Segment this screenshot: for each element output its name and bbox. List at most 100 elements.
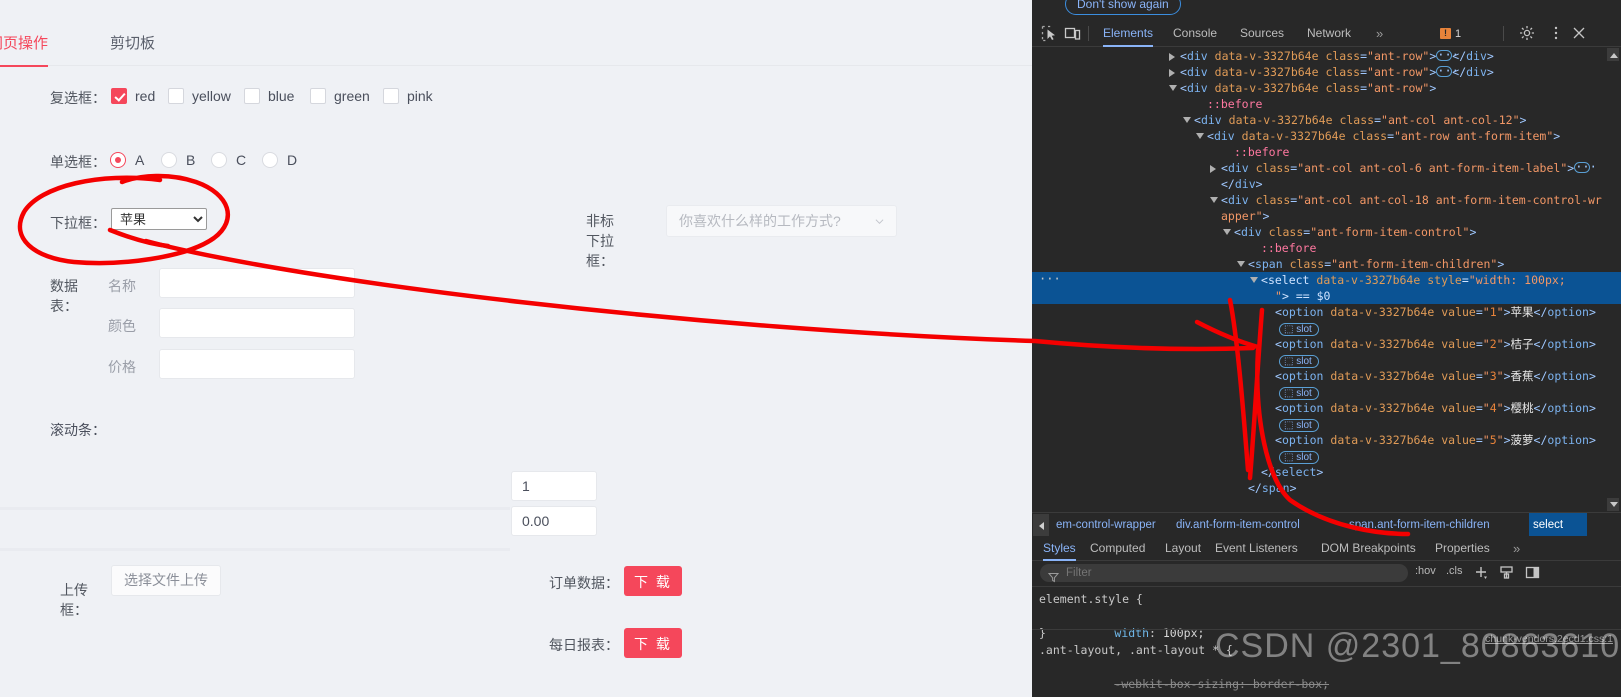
checkbox-yellow[interactable]: yellow (168, 86, 231, 106)
dom-node-row[interactable]: ··· <select data-v-3327b64e style="width:… (1032, 272, 1621, 288)
checkbox-red[interactable]: red (111, 86, 155, 106)
dom-node-row[interactable]: </span> (1032, 480, 1621, 496)
scroll-track-2[interactable] (0, 548, 510, 551)
toggle-sidebar-icon[interactable] (1525, 565, 1540, 584)
dom-node-row[interactable]: ::before (1032, 144, 1621, 160)
checkbox-pink[interactable]: pink (383, 86, 433, 106)
dom-node-row[interactable]: ::before (1032, 240, 1621, 256)
dom-node-row[interactable]: <div class="ant-form-item-control"> (1032, 224, 1621, 240)
radio-b[interactable]: B (161, 150, 195, 170)
field-input-color[interactable] (159, 308, 355, 338)
chevron-down-icon[interactable] (1237, 261, 1245, 267)
chevron-down-icon[interactable] (1169, 85, 1177, 91)
dom-scroll-down-button[interactable] (1607, 498, 1619, 511)
dom-node-row[interactable]: <option data-v-3327b64e value="4">樱桃</op… (1032, 400, 1621, 416)
checkbox-box-yellow[interactable] (168, 88, 184, 104)
new-style-rule-icon[interactable] (1474, 565, 1489, 584)
chevron-down-icon[interactable] (1183, 117, 1191, 123)
dom-node-row[interactable]: ⬚ slot (1032, 320, 1621, 336)
dom-node-row[interactable]: ::before (1032, 96, 1621, 112)
devtools-tab-console[interactable]: Console (1173, 20, 1217, 47)
devtools-tab-sources[interactable]: Sources (1240, 20, 1284, 47)
chevron-down-icon[interactable] (1250, 277, 1258, 283)
devtools-tab-elements[interactable]: Elements (1103, 20, 1154, 47)
number-input-quantity[interactable] (511, 471, 597, 501)
radio-box-c[interactable] (211, 152, 227, 168)
dom-node-row[interactable]: ⬚ slot (1032, 448, 1621, 464)
styles-tab-dom-breakpoints[interactable]: DOM Breakpoints (1321, 536, 1416, 561)
dom-node-row[interactable]: <option data-v-3327b64e value="2">桔子</op… (1032, 336, 1621, 352)
chevron-right-icon[interactable] (1169, 53, 1175, 61)
computed-styles-icon[interactable] (1499, 565, 1514, 584)
styles-tab-styles[interactable]: Styles (1043, 536, 1076, 561)
breadcrumb-item-select[interactable]: select (1529, 513, 1587, 537)
chevron-down-icon[interactable] (1210, 197, 1218, 203)
radio-c[interactable]: C (211, 150, 246, 170)
dom-node-row[interactable]: </div> (1032, 176, 1621, 192)
field-input-name[interactable] (159, 268, 355, 298)
breadcrumb-item-children[interactable]: span.ant-form-item-children (1345, 513, 1494, 537)
radio-box-d[interactable] (262, 152, 278, 168)
dom-node-row[interactable]: <div data-v-3327b64e class="ant-row"> (1032, 80, 1621, 96)
radio-a[interactable]: A (110, 150, 144, 170)
dom-node-row[interactable]: <span class="ant-form-item-children"> (1032, 256, 1621, 272)
checkbox-blue[interactable]: blue (244, 86, 294, 106)
checkbox-box-red[interactable] (111, 88, 127, 104)
tab-clipboard[interactable]: 剪切板 (110, 22, 155, 66)
styles-more-tabs-icon[interactable]: » (1513, 536, 1520, 561)
dom-node-badge[interactable]: ··· (1039, 271, 1061, 287)
download-order-data-button[interactable]: 下 载 (624, 566, 682, 596)
tab-web-operations[interactable]: 网页操作 (0, 22, 49, 67)
gear-icon[interactable] (1519, 25, 1535, 45)
chevron-right-icon[interactable] (1210, 165, 1216, 173)
dom-node-row[interactable]: <div class="ant-col ant-col-6 ant-form-i… (1032, 160, 1621, 176)
styles-tab-computed[interactable]: Computed (1090, 536, 1145, 561)
breadcrumb-scroll-left-icon[interactable] (1033, 514, 1049, 536)
chevron-down-icon[interactable] (1223, 229, 1231, 235)
dont-show-again-button[interactable]: Don't show again (1065, 0, 1181, 15)
styles-filter-input[interactable] (1040, 564, 1408, 582)
css-rules-pane[interactable]: element.style { width: 100px; } .ant-lay… (1032, 586, 1621, 697)
choose-file-button[interactable]: 选择文件上传 (111, 565, 221, 596)
checkbox-green[interactable]: green (310, 86, 370, 106)
dom-node-row[interactable]: apper"> (1032, 208, 1621, 224)
dom-node-row[interactable]: <option data-v-3327b64e value="1">苹果</op… (1032, 304, 1621, 320)
number-input-amount[interactable] (511, 506, 597, 536)
fruit-select[interactable]: 苹果 桔子 香蕉 樱桃 菠萝 (111, 208, 207, 230)
styles-tab-event-listeners[interactable]: Event Listeners (1215, 536, 1298, 561)
work-style-select[interactable]: 你喜欢什么样的工作方式? (666, 205, 897, 237)
devtools-more-tabs-icon[interactable]: » (1376, 20, 1383, 47)
dom-node-row[interactable]: <div data-v-3327b64e class="ant-row">···… (1032, 48, 1621, 64)
dom-node-row[interactable]: ⬚ slot (1032, 384, 1621, 400)
dom-node-row[interactable]: <option data-v-3327b64e value="3">香蕉</op… (1032, 368, 1621, 384)
chevron-down-icon[interactable] (1196, 133, 1204, 139)
dom-node-row[interactable]: <div class="ant-col ant-col-18 ant-form-… (1032, 192, 1621, 208)
css-rule2-declaration[interactable]: -webkit-box-sizing: border-box; (1059, 659, 1329, 697)
breadcrumb-item-wrapper[interactable]: em-control-wrapper (1052, 513, 1160, 537)
hover-state-toggle[interactable]: :hov (1415, 565, 1436, 577)
css-rule2-property[interactable]: -webkit-box-sizing (1114, 677, 1239, 691)
inspect-element-icon[interactable] (1041, 25, 1058, 46)
checkbox-box-pink[interactable] (383, 88, 399, 104)
dom-tree[interactable]: <div data-v-3327b64e class="ant-row"> ···… (1032, 48, 1621, 511)
checkbox-box-green[interactable] (310, 88, 326, 104)
dom-node-row[interactable]: "> == $0 (1032, 288, 1621, 304)
dom-node-row[interactable]: <div data-v-3327b64e class="ant-col ant-… (1032, 112, 1621, 128)
download-daily-report-button[interactable]: 下 载 (624, 628, 682, 658)
breadcrumb-item-control[interactable]: div.ant-form-item-control (1172, 513, 1304, 537)
radio-box-b[interactable] (161, 152, 177, 168)
checkbox-box-blue[interactable] (244, 88, 260, 104)
styles-tab-layout[interactable]: Layout (1165, 536, 1201, 561)
element-classes-toggle[interactable]: .cls (1446, 565, 1463, 577)
error-count-badge[interactable]: ! 1 (1440, 26, 1461, 41)
device-toolbar-icon[interactable] (1064, 25, 1081, 46)
dom-node-row[interactable]: ⬚ slot (1032, 416, 1621, 432)
dom-node-row[interactable]: </select> (1032, 464, 1621, 480)
styles-tab-properties[interactable]: Properties (1435, 536, 1490, 561)
css-source-link[interactable]: chunk-vendors.2ecd1.css:1 (1485, 631, 1613, 648)
close-icon[interactable] (1571, 25, 1587, 45)
dom-node-row[interactable]: <div data-v-3327b64e class="ant-row">···… (1032, 64, 1621, 80)
radio-box-a[interactable] (110, 152, 126, 168)
scroll-track-1[interactable] (0, 507, 510, 510)
devtools-tab-network[interactable]: Network (1307, 20, 1351, 47)
